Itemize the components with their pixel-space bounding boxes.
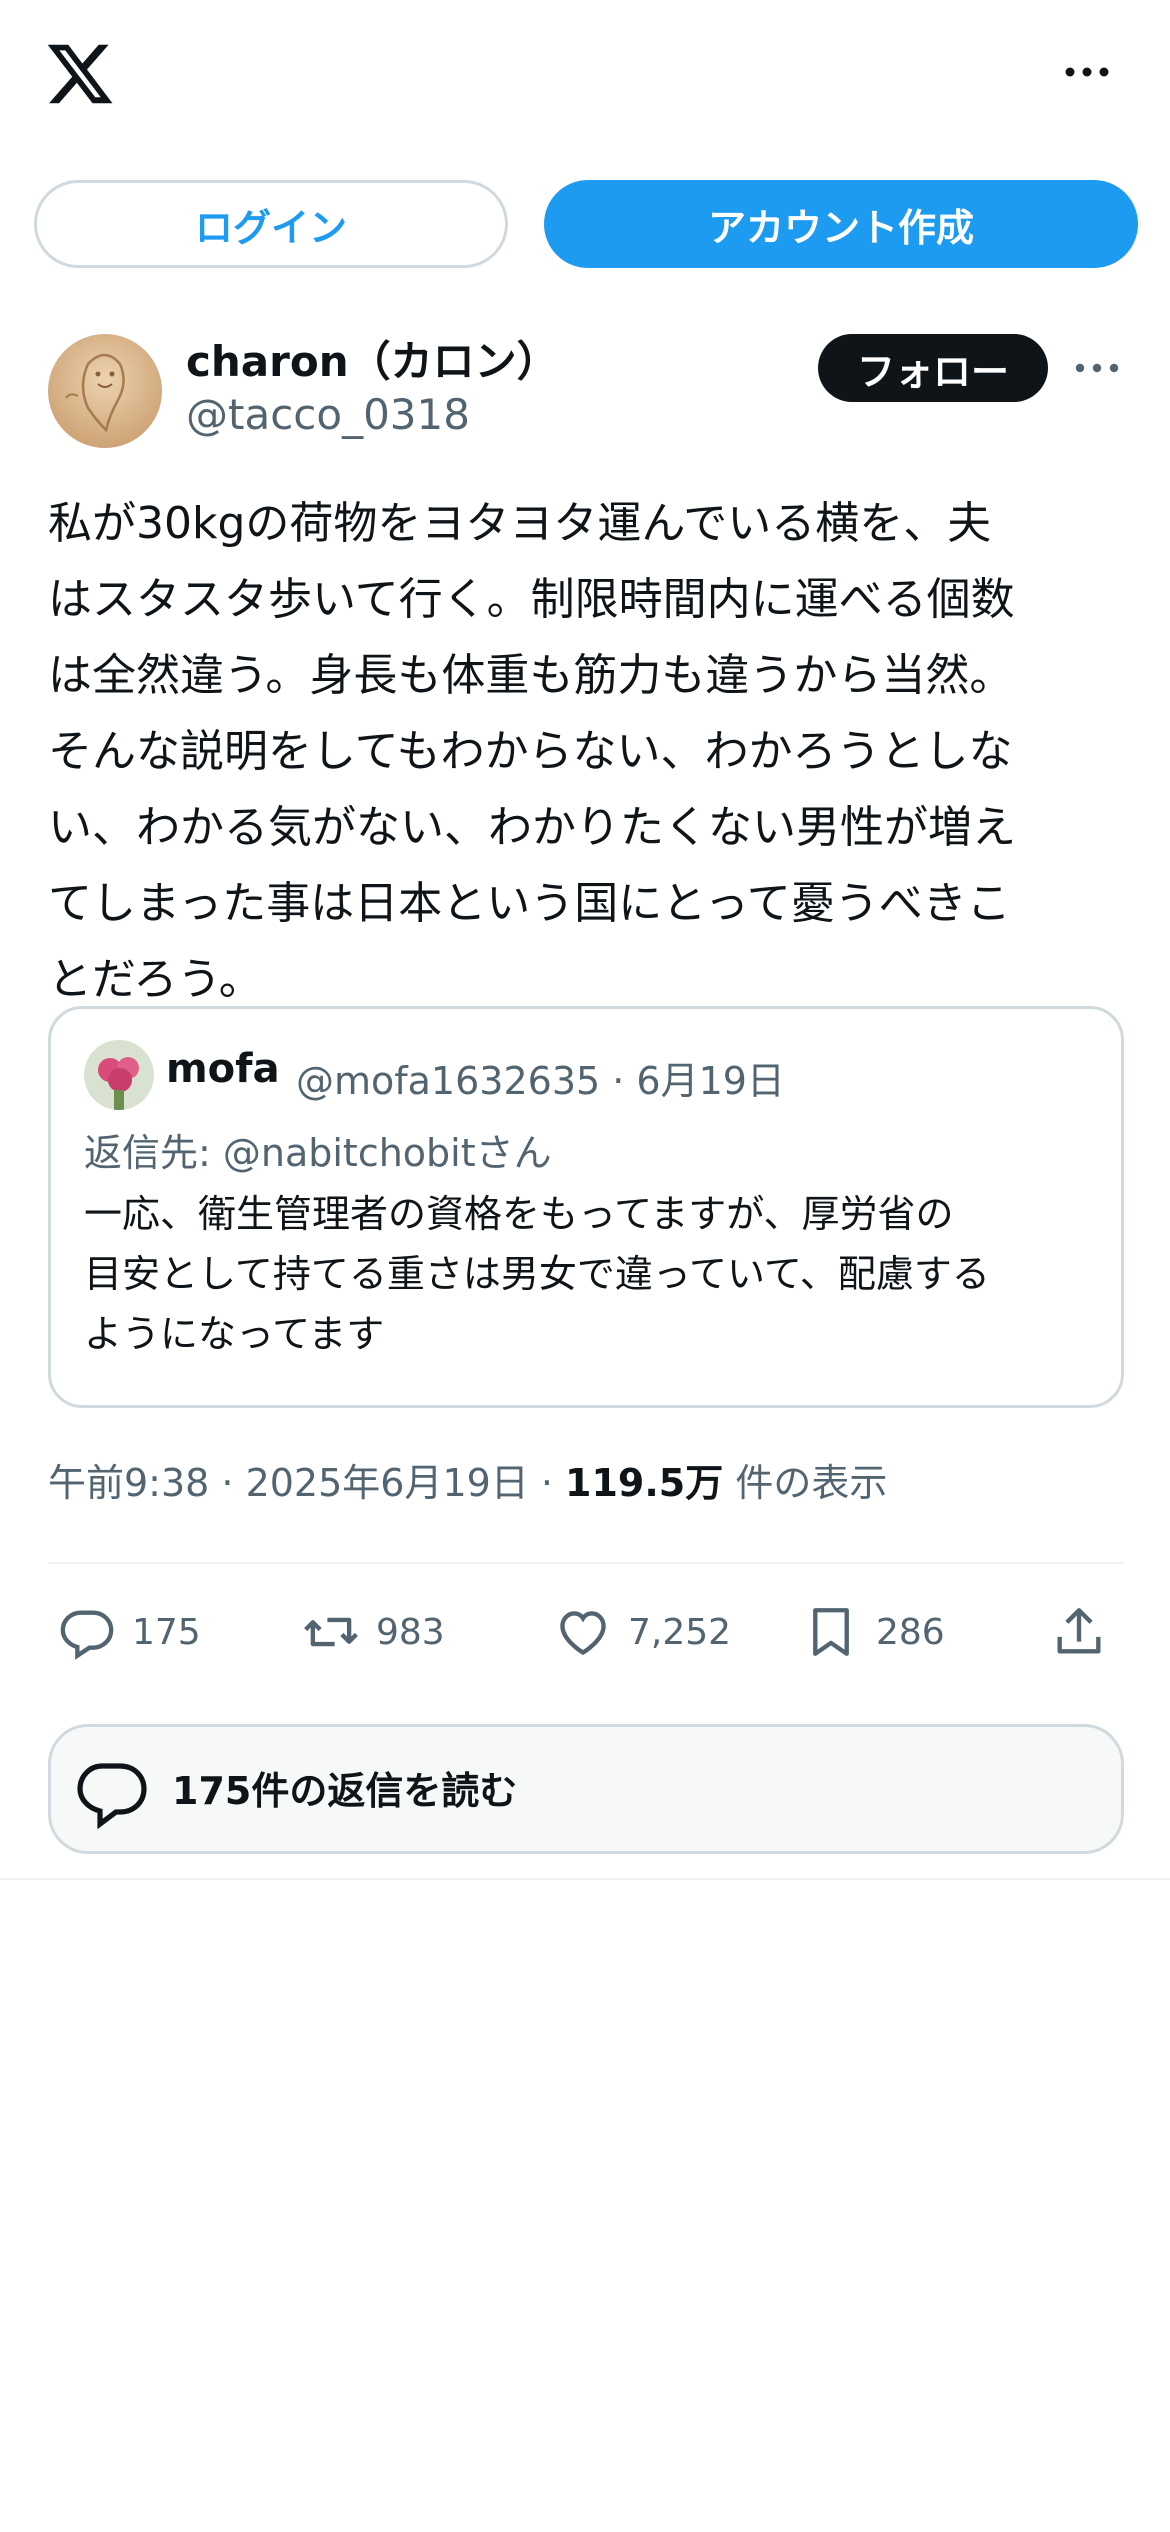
repost-icon (304, 1617, 358, 1647)
author-handle[interactable]: @tacco_0318 (186, 390, 470, 439)
reply-count: 175 (132, 1611, 201, 1653)
views-label: 件の表示 (723, 1461, 888, 1505)
bookmark-icon (813, 1608, 849, 1656)
x-logo-icon[interactable] (44, 38, 116, 110)
flower-photo-icon (84, 1040, 154, 1110)
avatar-ghost-drawing (48, 334, 162, 448)
post-timestamp-views: 午前9:38 · 2025年6月19日 · 119.5万 件の表示 (48, 1452, 887, 1507)
views-count: 119.5万 (565, 1461, 724, 1505)
login-button[interactable]: ログイン (34, 180, 508, 268)
quoted-reply-to: 返信先: @nabitchobitさん (84, 1131, 552, 1175)
section-divider (0, 1878, 1170, 1880)
quoted-author-name: mofa (166, 1046, 280, 1092)
heart-icon (560, 1611, 606, 1656)
quoted-text: 一応、衛生管理者の資格をもってますが、厚労省の 目安として持てる重さは男女で違っ… (84, 1192, 990, 1356)
author-name[interactable]: charon（カロン） (186, 328, 559, 389)
reply-action[interactable]: 175 (58, 1600, 201, 1664)
replies-bubble-icon (77, 1763, 147, 1830)
bookmark-count: 286 (876, 1611, 945, 1653)
post-more-icon[interactable] (1072, 350, 1122, 386)
share-icon (1057, 1608, 1101, 1654)
post-text: 私が30kgの荷物をヨタヨタ運んでいる横を、夫 はスタスタ歩いて行く。制限時間内… (48, 498, 1016, 1005)
like-count: 7,252 (628, 1611, 732, 1653)
more-horizontal-icon[interactable] (1062, 52, 1112, 92)
repost-count: 983 (376, 1611, 445, 1653)
reply-icon (60, 1610, 114, 1660)
repost-action[interactable]: 983 (302, 1600, 445, 1664)
like-action[interactable]: 7,252 (554, 1600, 731, 1664)
create-account-button[interactable]: アカウント作成 (544, 180, 1138, 268)
quoted-author-handle-date: @mofa1632635 · 6月19日 (296, 1059, 785, 1103)
follow-button[interactable]: フォロー (818, 334, 1048, 402)
divider (48, 1562, 1124, 1564)
post-time: 午前9:38 · 2025年6月19日 · (48, 1461, 566, 1505)
read-replies-label: 175件の返信を読む (172, 1769, 518, 1813)
share-action[interactable] (1050, 1600, 1124, 1664)
quoted-avatar (84, 1040, 154, 1110)
bookmark-action[interactable]: 286 (802, 1600, 945, 1664)
author-avatar[interactable] (48, 334, 162, 448)
